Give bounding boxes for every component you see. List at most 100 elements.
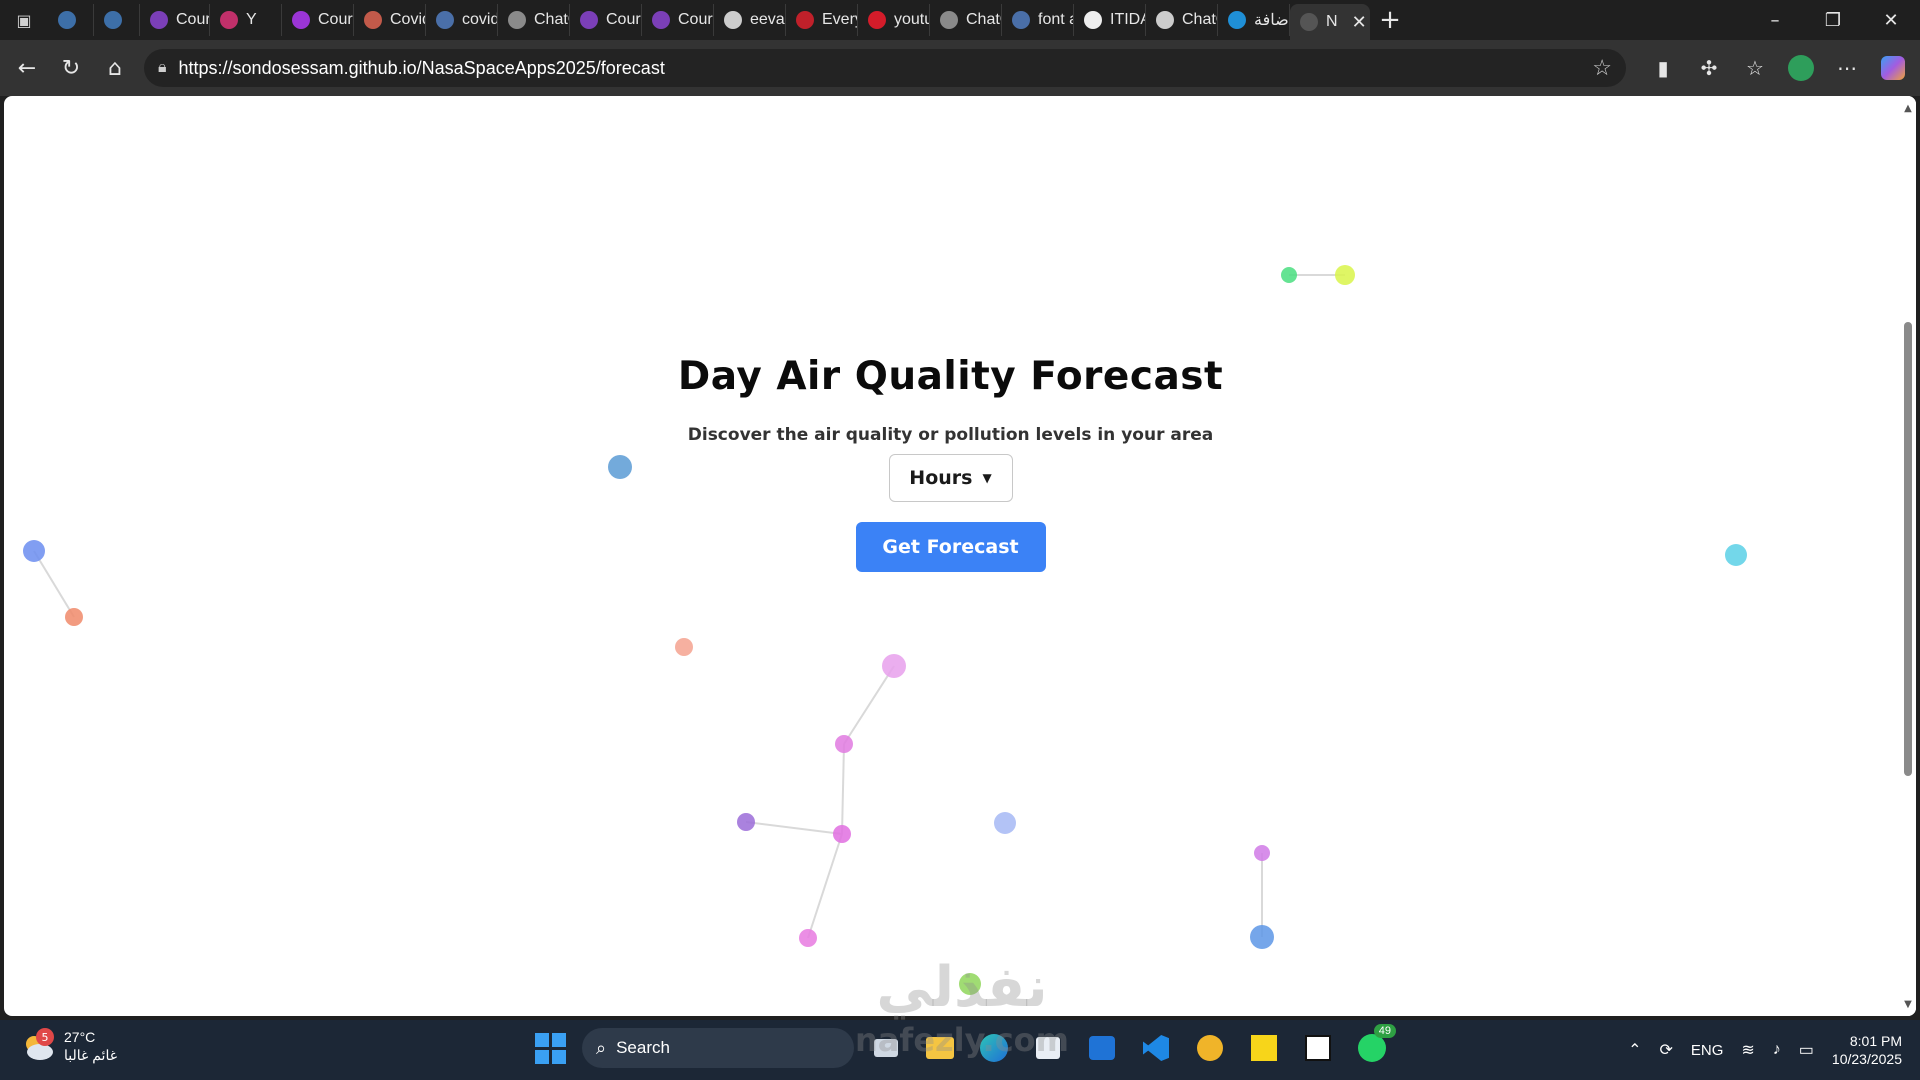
tab-favicon-icon [940,11,958,29]
refresh-icon[interactable]: ↻ [52,49,90,87]
particle-link [841,743,845,835]
site-info-icon[interactable]: 🔒︎ [158,59,167,77]
browser-tab[interactable]: Course [570,4,642,36]
particle-dot [1254,845,1270,861]
input-language[interactable]: ENG [1691,1042,1724,1059]
browser-tab[interactable] [48,4,94,36]
extension-app-icon[interactable]: ▮ [1644,49,1682,87]
browser-tab[interactable]: youtub [858,4,930,36]
browser-tab[interactable]: ChatG [930,4,1002,36]
watermark-latin: nafezly.com [855,1021,1069,1059]
clock-time: 8:01 PM [1849,1033,1902,1049]
browser-tab[interactable]: covid [426,4,498,36]
browser-tab[interactable]: ChatG [498,4,570,36]
browser-tab[interactable]: ITIDA [1074,4,1146,36]
more-options-icon[interactable]: ⋯ [1828,49,1866,87]
close-window-button[interactable]: ✕ [1862,0,1920,40]
browser-tab[interactable]: Covid [354,4,426,36]
chevron-up-icon[interactable]: ⌃ [1628,1040,1641,1060]
tab-favicon-icon [104,11,122,29]
system-clock[interactable]: 8:01 PM 10/23/2025 [1832,1032,1902,1068]
browser-tab[interactable]: Course [642,4,714,36]
new-tab-button[interactable]: + [1370,4,1410,36]
tab-list: Course Y Course Covid covid ChatG Course Course… [48,0,1370,40]
weather-badge: 5 [36,1028,54,1046]
whatsapp-icon[interactable]: 49 [1350,1024,1396,1070]
browser-tab[interactable]: إضافة [1218,4,1290,36]
profile-avatar-icon[interactable] [1782,49,1820,87]
copilot-icon[interactable] [1874,49,1912,87]
get-forecast-button[interactable]: Get Forecast [855,522,1046,572]
browser-tab[interactable]: Every [786,4,858,36]
tab-favicon-icon [436,11,454,29]
extensions-puzzle-icon[interactable]: ✣ [1690,49,1728,87]
page-title: Day Air Quality Forecast [677,354,1224,399]
tab-favicon-icon [150,11,168,29]
tab-label: ChatG [534,11,569,28]
scroll-up-arrow-icon[interactable]: ▲ [1900,100,1916,116]
sticky-notes-icon[interactable] [1242,1026,1286,1070]
tab-label: youtub [894,11,929,28]
range-select[interactable]: Hours ▼ [888,454,1013,502]
browser-tab[interactable]: Y [210,4,282,36]
tab-label: Course [318,11,353,28]
tab-favicon-icon [796,11,814,29]
browser-tab[interactable]: ChatG [1146,4,1218,36]
tab-label: N [1326,13,1338,30]
address-url[interactable]: https://sondosessam.github.io/NasaSpaceA… [179,58,1581,79]
outlook-icon[interactable] [1080,1026,1124,1070]
particle-dot [1250,925,1274,949]
tab-label: Course [678,11,713,28]
taskbar-search[interactable]: ⌕ Search [582,1028,854,1068]
tab-favicon-icon [220,11,238,29]
chevron-down-icon[interactable]: ▼ [982,471,991,485]
favorite-star-icon[interactable]: ☆ [1592,55,1612,81]
particle-link [843,665,895,745]
browser-tab[interactable]: font av [1002,4,1074,36]
system-tray: ⌃ ⟳ ENG ≋ ♪ ▭ 8:01 PM 10/23/2025 [1628,1020,1902,1080]
close-tab-icon[interactable]: ✕ [1352,12,1367,33]
tab-favicon-icon [1156,11,1174,29]
clock-date: 10/23/2025 [1831,1051,1902,1067]
notion-icon[interactable] [1296,1026,1340,1070]
tab-actions-icon[interactable]: ▣ [0,0,48,40]
address-bar[interactable]: 🔒︎ https://sondosessam.github.io/NasaSpa… [144,49,1626,87]
home-icon[interactable]: ⌂ [96,49,134,87]
tab-label: ITIDA [1110,11,1145,28]
windows-start-icon[interactable] [528,1026,572,1070]
browser-tab[interactable] [94,4,140,36]
scroll-thumb[interactable] [1904,322,1912,776]
minimize-button[interactable]: – [1746,0,1804,40]
browser-tab[interactable]: Course [282,4,354,36]
weather-desc: غائم غالبا [64,1047,118,1063]
browser-tab[interactable]: eevan [714,4,786,36]
particle-link [745,821,843,835]
tab-favicon-icon [508,11,526,29]
sync-icon[interactable]: ⟳ [1659,1040,1672,1060]
volume-icon[interactable]: ♪ [1773,1041,1781,1059]
scroll-down-arrow-icon[interactable]: ▼ [1900,996,1916,1012]
tab-label: eevan [750,11,785,28]
watermark-arabic: نفذلي [876,955,1048,1020]
chrome-canary-icon[interactable] [1188,1026,1232,1070]
battery-icon[interactable]: ▭ [1799,1040,1814,1060]
restore-button[interactable]: ❐ [1804,0,1862,40]
range-select-value[interactable]: Hours [909,467,972,489]
taskbar-search-label: Search [616,1038,670,1057]
particle-dot [835,735,853,753]
tab-favicon-icon [724,11,742,29]
tab-label: Y [246,11,257,28]
tab-label: Covid [390,11,425,28]
browser-tab[interactable]: Course [140,4,210,36]
tab-favicon-icon [1228,11,1246,29]
browser-tab[interactable]: N ✕ [1290,4,1370,40]
forecast-hero: Day Air Quality Forecast Discover the ai… [4,354,1897,572]
watermark-logo: نفذلي nafezly.com [852,956,1072,1076]
page-scrollbar[interactable]: ▲ ▼ [1900,96,1916,1016]
back-arrow-icon[interactable]: ← [8,49,46,87]
weather-widget[interactable]: 5 27°C غائم غالبا [20,1028,117,1064]
favorites-icon[interactable]: ☆ [1736,49,1774,87]
vscode-icon[interactable] [1134,1026,1178,1070]
wifi-icon[interactable]: ≋ [1741,1040,1754,1060]
tab-favicon-icon [868,11,886,29]
